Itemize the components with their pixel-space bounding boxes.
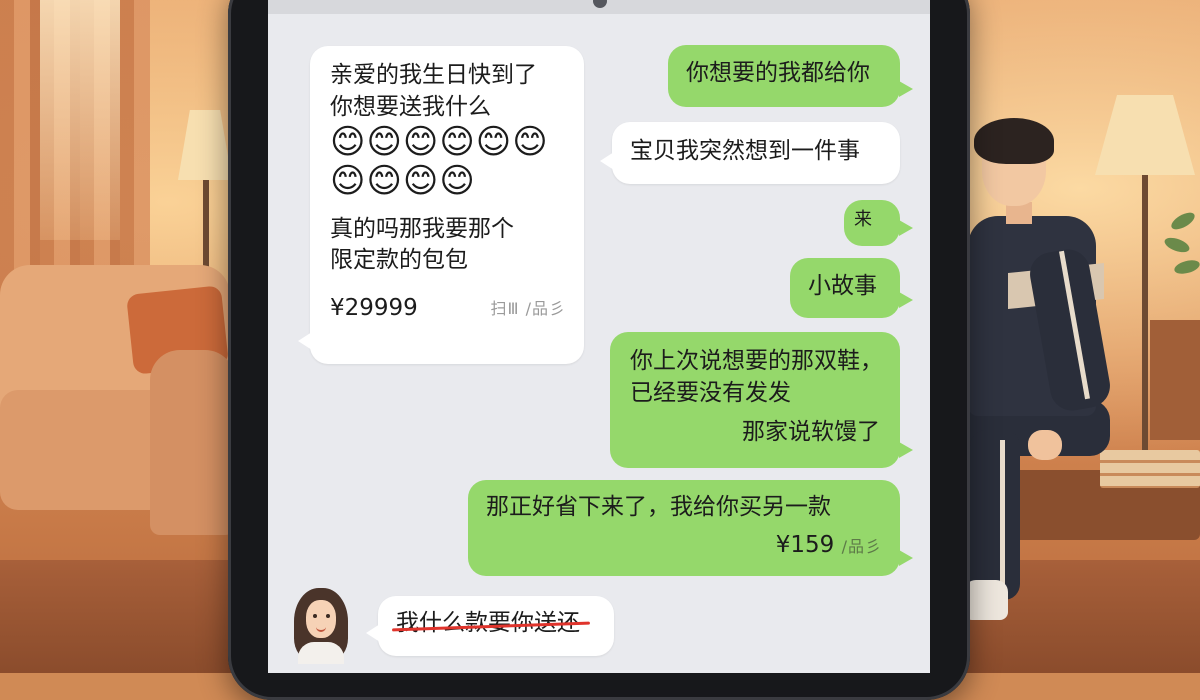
outgoing-message-gift[interactable]: 那正好省下来了，我给你买另一款 ¥159 /品彡 bbox=[468, 480, 913, 576]
message-text: 真的吗那我要那个 bbox=[330, 215, 514, 242]
strikethrough-text: 我什么款要你送还 bbox=[396, 608, 580, 640]
window-light bbox=[40, 0, 120, 240]
smile-emoji-row: 😊😊😊😊 bbox=[330, 160, 476, 201]
sofa-arm bbox=[150, 350, 235, 535]
message-text: 宝贝我突然想到一件事 bbox=[630, 138, 860, 164]
message-text: 限定款的包包 bbox=[330, 247, 468, 274]
message-text: 你上次说想要的那双鞋， bbox=[630, 348, 883, 374]
message-text: 小故事 bbox=[808, 273, 877, 299]
chat-screen[interactable]: 亲爱的我生日快到了 你想要送我什么 😊😊😊😊😊😊 😊😊😊😊 真的吗那我要那个 限… bbox=[268, 0, 930, 673]
message-text: 那家说软馒了 bbox=[742, 419, 880, 446]
cabinet bbox=[1150, 320, 1200, 440]
message-text: 那正好省下来了，我给你买另一款 bbox=[486, 494, 831, 520]
incoming-message-birthday[interactable]: 亲爱的我生日快到了 你想要送我什么 😊😊😊😊😊😊 😊😊😊😊 真的吗那我要那个 限… bbox=[298, 46, 584, 364]
scribble-text: 扫Ⅲ /品彡 bbox=[490, 298, 566, 318]
smile-emoji-row: 😊😊😊😊😊😊 bbox=[330, 122, 549, 163]
outgoing-message[interactable]: 小故事 bbox=[790, 258, 913, 318]
floor-lamp-left bbox=[178, 110, 232, 180]
house-plant bbox=[1160, 205, 1200, 285]
sneaker bbox=[964, 580, 1008, 620]
lamp-pole-right bbox=[1142, 175, 1148, 475]
message-text: 亲爱的我生日快到了 bbox=[330, 62, 537, 88]
message-text: 你想要送我什么 bbox=[330, 93, 491, 120]
message-text: 已经要没有发发 bbox=[630, 379, 791, 406]
outgoing-message-white[interactable]: 宝贝我突然想到一件事 bbox=[600, 122, 900, 184]
girlfriend-avatar[interactable] bbox=[290, 588, 352, 664]
price-text: ¥29999 bbox=[330, 295, 418, 322]
outgoing-message[interactable]: 你想要的我都给你 bbox=[668, 45, 913, 107]
young-man-figure bbox=[960, 110, 1140, 673]
outgoing-message-short[interactable]: 来 bbox=[844, 200, 913, 246]
scribble-text: /品彡 bbox=[841, 536, 882, 556]
outgoing-message-shoes[interactable]: 你上次说想要的那双鞋， 已经要没有发发 那家说软馒了 bbox=[610, 332, 913, 468]
man-hair bbox=[974, 118, 1054, 164]
incoming-message-crossed-out[interactable]: 我什么款要你送还 bbox=[366, 596, 614, 656]
price-text: ¥159 bbox=[775, 531, 835, 558]
message-text: 你想要的我都给你 bbox=[686, 60, 870, 86]
message-text: 来 bbox=[854, 209, 872, 230]
